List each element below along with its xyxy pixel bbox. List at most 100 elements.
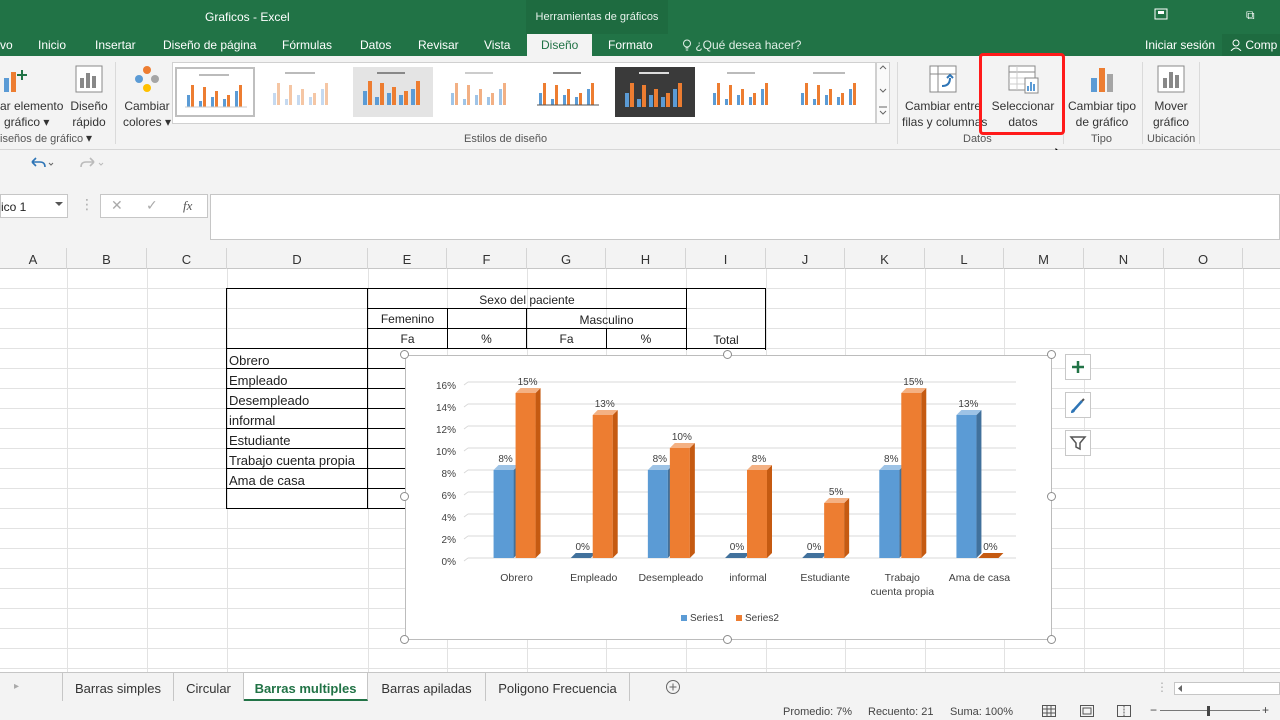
scroll-sheets-icon[interactable]: ▸ [14,681,19,692]
row-label-trabajo-cuenta-propia: Trabajo cuenta propia [229,453,355,468]
new-sheet-button[interactable] [665,679,681,698]
tab-revisar[interactable]: Revisar [418,38,459,52]
resize-handle[interactable] [400,635,409,644]
column-header-i[interactable]: I [686,248,766,269]
chart-style-4[interactable] [441,67,521,117]
split-grip-icon[interactable]: ⋮ [1156,680,1168,694]
tab-diseno-pagina[interactable]: Diseño de página [163,38,256,52]
lightbulb-icon [683,39,691,51]
resize-handle[interactable] [1047,350,1056,359]
sheet-tab-barras-apiladas[interactable]: Barras apiladas [368,673,486,701]
switch-row-column-label-2: filas y columnas [902,115,988,129]
move-chart-label-1: Mover [1154,99,1188,113]
sheet-tab-circular[interactable]: Circular [174,673,244,701]
column-header-l[interactable]: L [925,248,1004,269]
row-label-informal: informal [229,413,276,428]
redo-icon[interactable] [78,156,110,175]
normal-view-icon[interactable] [1042,705,1056,720]
data-label-series2: 13% [595,399,615,410]
tab-formulas[interactable]: Fórmulas [282,38,332,52]
chevron-down-icon[interactable] [55,200,63,208]
chart-area[interactable]: 0% 2% 4% 6% 8% 10% 12% 14% 16% 8% 15% Obrero 0% 13% Em… [405,355,1052,640]
column-header-b[interactable]: B [67,248,147,269]
ribbon-display-options-icon[interactable] [1154,8,1168,23]
column-header-e[interactable]: E [368,248,447,269]
page-break-view-icon[interactable] [1117,705,1131,720]
data-label-series2: 15% [903,377,923,388]
column-header-o[interactable]: O [1164,248,1243,269]
switch-row-column-button[interactable]: Cambiar entre filas y columnas [902,64,988,130]
sheet-tab-poligono-frecuencia[interactable]: Poligono Frecuencia [486,673,630,701]
column-header-n[interactable]: N [1084,248,1164,269]
change-chart-type-button[interactable]: Cambiar tipo de gráfico [1066,64,1138,130]
resize-handle[interactable] [1047,635,1056,644]
ribbon-separator [1199,62,1200,144]
chart-style-1[interactable] [175,67,255,117]
resize-handle[interactable] [400,350,409,359]
zoom-slider[interactable] [1160,710,1260,711]
cancel-icon[interactable]: ✕ [111,197,123,214]
column-header-h[interactable]: H [606,248,686,269]
resize-handle[interactable] [723,635,732,644]
change-colors-button[interactable]: Cambiar colores ▾ [120,64,174,130]
tell-me-box[interactable]: ¿Qué desea hacer? [682,38,801,52]
column-header-c[interactable]: C [147,248,227,269]
column-header-k[interactable]: K [845,248,925,269]
restore-window-icon[interactable]: ⧉ [1246,8,1255,23]
zoom-in-icon[interactable]: + [1262,703,1269,717]
chart-style-3[interactable] [353,67,433,117]
tab-datos[interactable]: Datos [360,38,391,52]
tab-insertar[interactable]: Insertar [95,38,136,52]
bar-side-series1 [976,410,982,558]
chart-elements-button[interactable] [1065,354,1091,380]
formula-input[interactable] [210,194,1280,240]
scroll-left-icon[interactable] [1175,683,1187,694]
bar-series1 [493,470,514,558]
page-layout-view-icon[interactable] [1080,705,1094,720]
sheet-tab-barras-multiples[interactable]: Barras multiples [244,673,368,701]
column-header-g[interactable]: G [527,248,606,269]
column-header-j[interactable]: J [766,248,845,269]
chart-style-8[interactable] [791,67,871,117]
zoom-out-icon[interactable]: − [1150,703,1157,717]
chart-style-2[interactable] [263,67,343,117]
move-chart-button[interactable]: Mover gráfico [1146,64,1196,130]
share-button[interactable]: Comp [1222,34,1280,56]
add-chart-element-button[interactable]: ar elemento gráfico ▾ [0,64,64,130]
tab-formato[interactable]: Formato [608,38,653,52]
column-header-f[interactable]: F [447,248,527,269]
column-header-m[interactable]: M [1004,248,1084,269]
chart-style-6[interactable] [615,67,695,117]
sheet-tab-barras-simples[interactable]: Barras simples [62,673,174,701]
data-label-series1: 8% [653,454,668,465]
enter-icon[interactable]: ✓ [146,197,158,214]
gallery-scrollbar[interactable] [876,62,890,124]
zoom-slider-thumb[interactable] [1207,706,1210,716]
chart-styles-gallery[interactable] [172,62,876,124]
undo-icon[interactable] [28,156,54,175]
column-header-d[interactable]: D [227,248,368,269]
data-label-series1: 13% [958,399,978,410]
resize-handle[interactable] [1047,492,1056,501]
chart-style-7[interactable] [703,67,783,117]
tab-diseno[interactable]: Diseño [527,34,593,56]
sign-in-link[interactable]: Iniciar sesión [1145,38,1215,52]
tab-vista[interactable]: Vista [484,38,510,52]
resize-handle[interactable] [400,492,409,501]
tab-inicio[interactable]: Inicio [38,38,66,52]
gridline-depth [463,447,469,452]
chart-style-5[interactable] [529,67,609,117]
horizontal-scrollbar[interactable] [1174,682,1280,695]
bar-chart[interactable]: 0% 2% 4% 6% 8% 10% 12% 14% 16% 8% 15% Obrero 0% 13% Em… [406,356,1051,639]
insert-function-icon[interactable]: fx [183,198,192,214]
tab-archivo[interactable]: vo [0,38,13,52]
funnel-icon [1069,436,1087,451]
chart-styles-button[interactable] [1065,392,1091,418]
y-tick-label: 10% [436,447,456,458]
resize-handle[interactable] [723,350,732,359]
name-box[interactable]: ico 1 [0,194,68,218]
ribbon-tabs: vo Inicio Insertar Diseño de página Fórm… [0,34,1280,56]
column-header-a[interactable]: A [0,248,67,269]
title-bar: Graficos - Excel Herramientas de gráfico… [0,0,1280,34]
chart-filters-button[interactable] [1065,430,1091,456]
